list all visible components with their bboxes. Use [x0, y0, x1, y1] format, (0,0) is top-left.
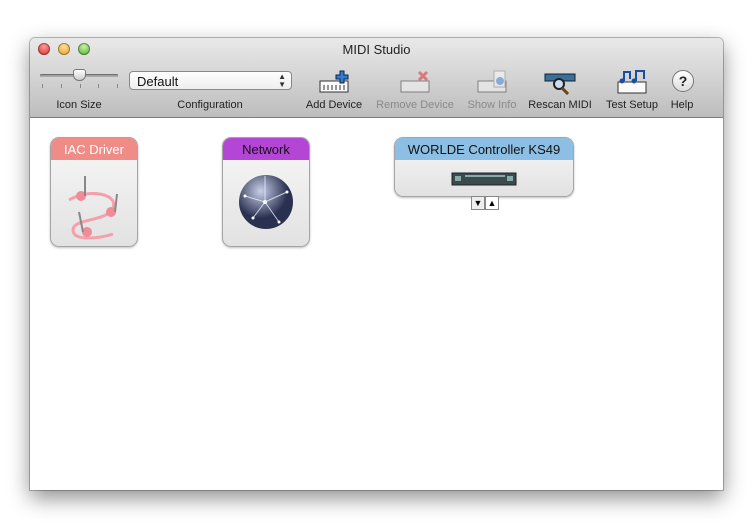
test-setup-button[interactable]: Test Setup: [600, 99, 664, 111]
test-setup-icon[interactable]: [616, 69, 648, 95]
updown-arrows-icon: ▲ ▼: [278, 72, 286, 89]
help-icon[interactable]: ?: [672, 70, 694, 92]
remove-device-button: Remove Device: [376, 99, 454, 111]
configuration-label: Configuration: [177, 99, 243, 111]
port-down-button[interactable]: ▼: [471, 196, 485, 210]
device-name: WORLDE Controller KS49: [395, 138, 573, 160]
show-info-button: Show Info: [467, 99, 517, 111]
globe-network-icon: [239, 175, 293, 229]
toolbar: MIDI Studio Icon Size Default ▲ ▼ Configur…: [30, 38, 723, 118]
configuration-select[interactable]: Default ▲ ▼: [129, 71, 292, 90]
icon-size-label: Icon Size: [56, 99, 102, 111]
midi-studio-window: MIDI Studio Icon Size Default ▲ ▼ Configur…: [30, 38, 723, 490]
configuration-value: Default: [137, 74, 179, 89]
port-up-button[interactable]: ▲: [485, 196, 499, 210]
device-name: IAC Driver: [51, 138, 137, 160]
add-device-icon[interactable]: [318, 69, 350, 95]
add-device-button[interactable]: Add Device: [302, 99, 366, 111]
device-network[interactable]: Network: [222, 137, 310, 247]
slider-ticks: [42, 84, 118, 88]
window-title: MIDI Studio: [342, 42, 411, 57]
rescan-midi-icon[interactable]: [544, 69, 576, 95]
device-worlde-controller-ks49[interactable]: WORLDE Controller KS49: [394, 137, 574, 197]
help-button[interactable]: Help: [666, 99, 698, 111]
rescan-midi-button[interactable]: Rescan MIDI: [526, 99, 594, 111]
slider-knob[interactable]: [73, 69, 86, 81]
icon-size-slider[interactable]: [40, 69, 118, 81]
show-info-icon: [477, 70, 507, 93]
remove-device-icon: [400, 70, 430, 93]
music-notes-icon: [68, 176, 118, 240]
keyboard-controller-icon: [451, 172, 517, 186]
device-iac-driver[interactable]: IAC Driver: [50, 137, 138, 247]
device-name: Network: [223, 138, 309, 160]
